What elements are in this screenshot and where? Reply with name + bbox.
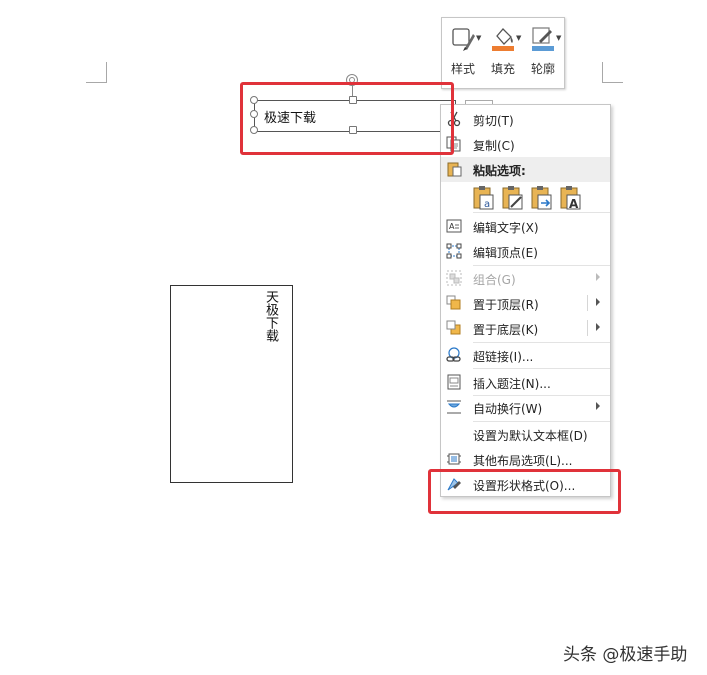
menu-item-copy[interactable]: 复制(C) (441, 132, 610, 157)
menu-item-label: 复制(C) (473, 139, 515, 153)
menu-item-edit-text[interactable]: A 编辑文字(X) (441, 214, 610, 239)
wrap-text-icon (447, 400, 461, 414)
shape-style-button[interactable]: ▼ 样式 (443, 18, 483, 88)
shape-outline-button[interactable]: ▼ 轮廓 (523, 18, 563, 88)
menu-item-set-default-textbox[interactable]: 设置为默认文本框(D) (441, 422, 610, 447)
shape-style-label: 样式 (450, 62, 475, 76)
shape-fill-label: 填充 (490, 62, 515, 76)
context-menu: 剪切(T) 复制(C) 粘贴选项: a A A 编辑文字(X) 编辑顶点(E) … (440, 104, 611, 497)
menu-item-label: 插入题注(N)... (473, 377, 551, 391)
svg-text:A: A (569, 197, 579, 211)
menu-item-bring-to-front[interactable]: 置于顶层(R) (441, 291, 610, 316)
menu-item-label: 设置为默认文本框(D) (473, 429, 588, 443)
chevron-right-icon[interactable] (596, 298, 600, 306)
chevron-down-icon: ▼ (556, 34, 562, 42)
menu-separator (473, 212, 610, 213)
paint-bucket-icon (492, 28, 514, 51)
menu-separator (473, 368, 610, 369)
chevron-down-icon: ▼ (516, 34, 522, 42)
menu-item-label: 组合(G) (473, 273, 516, 287)
send-to-back-icon (446, 320, 461, 335)
menu-item-send-to-back[interactable]: 置于底层(K) (441, 316, 610, 341)
layout-options-icon (447, 453, 461, 465)
vertical-text-content[interactable]: 天极下载 (261, 290, 280, 342)
chevron-right-icon (596, 402, 600, 410)
paste-picture-icon[interactable] (530, 185, 554, 211)
menu-item-label: 置于顶层(R) (473, 298, 539, 312)
group-icon (446, 270, 462, 286)
bring-to-front-icon (446, 295, 461, 310)
page-corner-mark-left (86, 62, 107, 83)
split-divider (587, 295, 588, 311)
chevron-right-icon[interactable] (596, 323, 600, 331)
vertical-text-box[interactable]: 天极下载 (170, 285, 293, 483)
svg-text:A: A (449, 222, 455, 231)
shape-style-icon (452, 28, 475, 51)
shape-fill-button[interactable]: ▼ 填充 (483, 18, 523, 88)
insert-caption-icon (447, 374, 461, 390)
menu-item-label: 自动换行(W) (473, 402, 543, 416)
svg-text:a: a (484, 199, 490, 210)
pen-outline-icon (532, 27, 554, 51)
highlight-box-format-shape (428, 469, 621, 514)
paste-merge-format-icon[interactable] (501, 185, 525, 211)
menu-item-label: 其他布局选项(L)... (473, 454, 573, 468)
edit-points-icon (446, 243, 462, 259)
hyperlink-icon (446, 347, 461, 362)
menu-item-insert-caption[interactable]: 插入题注(N)... (441, 370, 610, 395)
menu-item-group[interactable]: 组合(G) (441, 266, 610, 291)
menu-item-label: 剪切(T) (473, 114, 514, 128)
menu-item-label: 置于底层(K) (473, 323, 539, 337)
watermark-text: 头条 @极速手助 (563, 645, 688, 665)
page-corner-mark-right (602, 62, 623, 83)
chevron-down-icon: ▼ (476, 34, 482, 42)
menu-item-cut[interactable]: 剪切(T) (441, 107, 610, 132)
menu-item-label: 超链接(I)... (473, 350, 534, 364)
chevron-right-icon (596, 273, 600, 281)
mini-toolbar: ▼ 样式 ▼ 填充 ▼ 轮廓 (441, 17, 565, 89)
edit-text-icon: A (446, 219, 462, 233)
menu-item-hyperlink[interactable]: 超链接(I)... (441, 343, 610, 368)
paste-options-header: 粘贴选项: (441, 157, 610, 182)
menu-item-edit-points[interactable]: 编辑顶点(E) (441, 239, 610, 264)
shape-outline-label: 轮廓 (530, 62, 555, 76)
paste-text-only-icon[interactable]: A (559, 185, 583, 211)
split-divider (587, 320, 588, 336)
clipboard-icon (447, 162, 462, 177)
paste-options-label: 粘贴选项: (473, 164, 526, 178)
menu-item-label: 编辑顶点(E) (473, 246, 538, 260)
menu-item-wrap-text[interactable]: 自动换行(W) (441, 395, 610, 420)
highlight-box-textbox (240, 82, 454, 155)
paste-keep-source-icon[interactable]: a (472, 185, 496, 211)
menu-item-label: 编辑文字(X) (473, 221, 539, 235)
